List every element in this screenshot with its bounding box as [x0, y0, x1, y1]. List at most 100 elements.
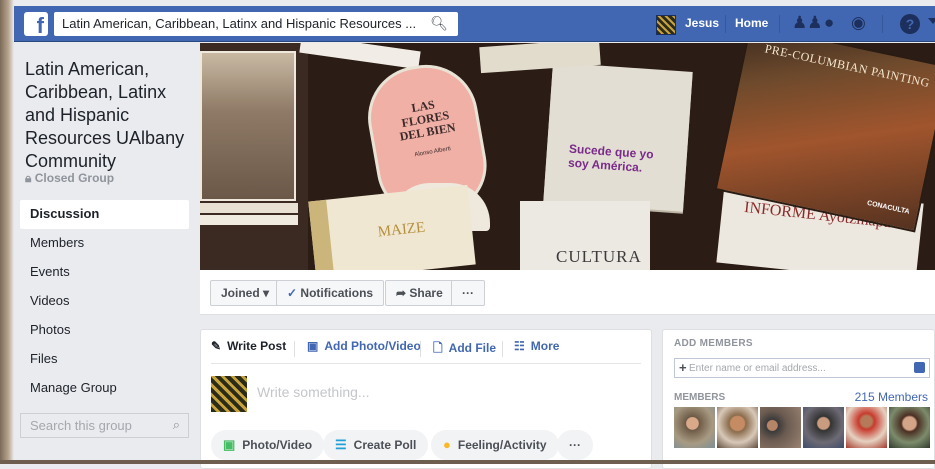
more-icon: ☷	[514, 339, 525, 353]
notifications-button[interactable]: ✓ Notifications	[276, 280, 385, 306]
lock-icon: 🔒︎	[25, 171, 32, 185]
user-avatar[interactable]	[656, 15, 676, 35]
group-search: ⌕	[20, 413, 189, 438]
cover-book-top	[299, 43, 421, 70]
nav-item-manage-group[interactable]: Manage Group	[20, 374, 189, 403]
home-link[interactable]: Home	[735, 16, 768, 30]
top-navigation-bar: f Latin American, Caribbean, Latinx and …	[14, 6, 935, 42]
cover-book-title: CULTURA	[556, 247, 642, 266]
tab-divider	[420, 341, 421, 357]
nav-item-members[interactable]: Members	[20, 229, 189, 258]
more-options-chip[interactable]: ···	[557, 430, 593, 460]
member-avatar[interactable]	[717, 407, 758, 448]
member-avatar[interactable]	[803, 407, 844, 448]
nav-item-files[interactable]: Files	[20, 345, 189, 374]
profile-link[interactable]: Jesus	[685, 16, 719, 30]
tab-divider	[294, 341, 295, 357]
tab-write-post[interactable]: ✎ Write Post	[211, 339, 286, 353]
joined-label: Joined	[221, 286, 260, 300]
tab-label: Write Post	[227, 339, 287, 353]
chip-label: Photo/Video	[242, 438, 313, 452]
tab-label: Add Photo/Video	[324, 339, 421, 353]
topbar-divider	[882, 15, 883, 33]
group-search-input[interactable]	[21, 414, 161, 437]
desktop-edge	[0, 0, 14, 464]
cover-book-publisher: CONACULTA	[866, 199, 911, 216]
photo-icon: ▣	[223, 437, 236, 452]
facebook-logo-icon[interactable]: f	[24, 12, 48, 36]
post-composer: ✎ Write Post ▣ Add Photo/Video 🗋︎ Add File …	[200, 329, 652, 469]
cover-book-sucede: Sucede que yo soy América.	[543, 62, 693, 212]
tab-add-file[interactable]: 🗋︎ Add File	[433, 339, 496, 360]
cover-photo[interactable]: LAS FLORES DEL BIEN Alonso Alberti Suced…	[200, 43, 935, 270]
cover-book-title: Sucede que yo soy América.	[567, 141, 655, 175]
add-members-field: +	[674, 358, 930, 378]
file-icon: 🗋︎	[433, 341, 443, 355]
cover-book-cultura: CULTURA	[520, 201, 650, 270]
plus-icon: +	[679, 360, 687, 375]
poll-icon: ☰	[335, 437, 347, 452]
camera-icon: ▣	[307, 339, 319, 353]
group-title[interactable]: Latin American, Caribbean, Latinx and Hi…	[25, 58, 195, 173]
cover-book-pages	[200, 215, 298, 225]
nav-item-photos[interactable]: Photos	[20, 316, 189, 345]
smiley-icon: ●	[443, 437, 451, 452]
topbar-divider	[725, 15, 726, 33]
member-avatar[interactable]	[760, 407, 801, 448]
tab-label: More	[530, 339, 560, 353]
add-members-heading: ADD MEMBERS	[674, 338, 753, 349]
nav-item-events[interactable]: Events	[20, 258, 189, 287]
chip-label: Create Poll	[353, 438, 417, 452]
messenger-icon[interactable]: ●	[824, 13, 834, 33]
help-icon[interactable]: ?	[900, 14, 920, 34]
group-action-bar: Joined ▾ ✓ Notifications ➦ Share ···	[200, 270, 935, 315]
friend-requests-icon[interactable]: ♟♟	[792, 13, 822, 33]
cover-book-title: PRE-COLUMBIAN PAINTING	[763, 43, 932, 91]
nav-item-videos[interactable]: Videos	[20, 287, 189, 316]
share-arrow-icon: ➦	[396, 286, 407, 300]
add-members-input[interactable]	[689, 359, 909, 377]
account-menu-caret-icon[interactable]	[928, 18, 935, 24]
cover-book-title: MAIZE	[377, 219, 426, 241]
desktop-edge	[0, 460, 935, 464]
tab-more[interactable]: ☷ More	[514, 339, 559, 353]
composer-divider	[211, 363, 641, 364]
search-icon[interactable]: ⌕	[173, 417, 180, 433]
nav-item-discussion[interactable]: Discussion	[20, 200, 189, 229]
tab-add-photo-video[interactable]: ▣ Add Photo/Video	[307, 339, 421, 353]
pencil-icon: ✎	[211, 339, 222, 353]
group-navigation: Discussion Members Events Videos Photos …	[20, 200, 189, 403]
feeling-activity-chip[interactable]: ● Feeling/Activity	[431, 430, 559, 460]
members-count-link[interactable]: 215 Members	[855, 390, 928, 404]
cover-book-title: LAS FLORES DEL BIEN	[398, 97, 457, 144]
cover-book-pages	[200, 203, 298, 213]
members-heading: MEMBERS	[674, 392, 726, 403]
share-button[interactable]: ➦ Share	[385, 280, 453, 306]
create-poll-chip[interactable]: ☰ Create Poll	[323, 430, 429, 460]
cover-book-maize: MAIZE	[308, 184, 476, 270]
global-search-box[interactable]: Latin American, Caribbean, Latinx and Hi…	[54, 12, 458, 36]
notifications-label: Notifications	[300, 286, 374, 300]
member-avatar[interactable]	[846, 407, 887, 448]
global-search-query[interactable]: Latin American, Caribbean, Latinx and Hi…	[62, 16, 422, 31]
members-panel: ADD MEMBERS + MEMBERS 215 Members	[662, 329, 935, 469]
joined-button[interactable]: Joined ▾	[210, 280, 281, 306]
topbar-divider	[779, 15, 780, 33]
cover-book-author: Alonso Alberti	[414, 146, 452, 159]
notifications-globe-icon[interactable]: ◉	[851, 13, 866, 33]
chip-label: Feeling/Activity	[457, 438, 547, 452]
more-actions-button[interactable]: ···	[451, 280, 485, 306]
composer-input[interactable]: Write something...	[257, 384, 370, 400]
group-privacy-label: Closed Group	[34, 171, 115, 185]
share-label: Share	[409, 286, 443, 300]
user-avatar	[211, 376, 247, 412]
checkmark-icon: ✓	[287, 286, 298, 300]
group-privacy: 🔒︎ Closed Group	[25, 171, 114, 186]
member-avatar[interactable]	[674, 407, 715, 448]
chevron-down-icon: ▾	[263, 286, 270, 300]
cover-book-cronicas	[200, 51, 296, 201]
member-avatar[interactable]	[889, 407, 930, 448]
search-icon[interactable]: 🔍︎	[430, 15, 448, 32]
contacts-icon[interactable]	[914, 362, 925, 373]
photo-video-chip[interactable]: ▣ Photo/Video	[211, 430, 325, 460]
